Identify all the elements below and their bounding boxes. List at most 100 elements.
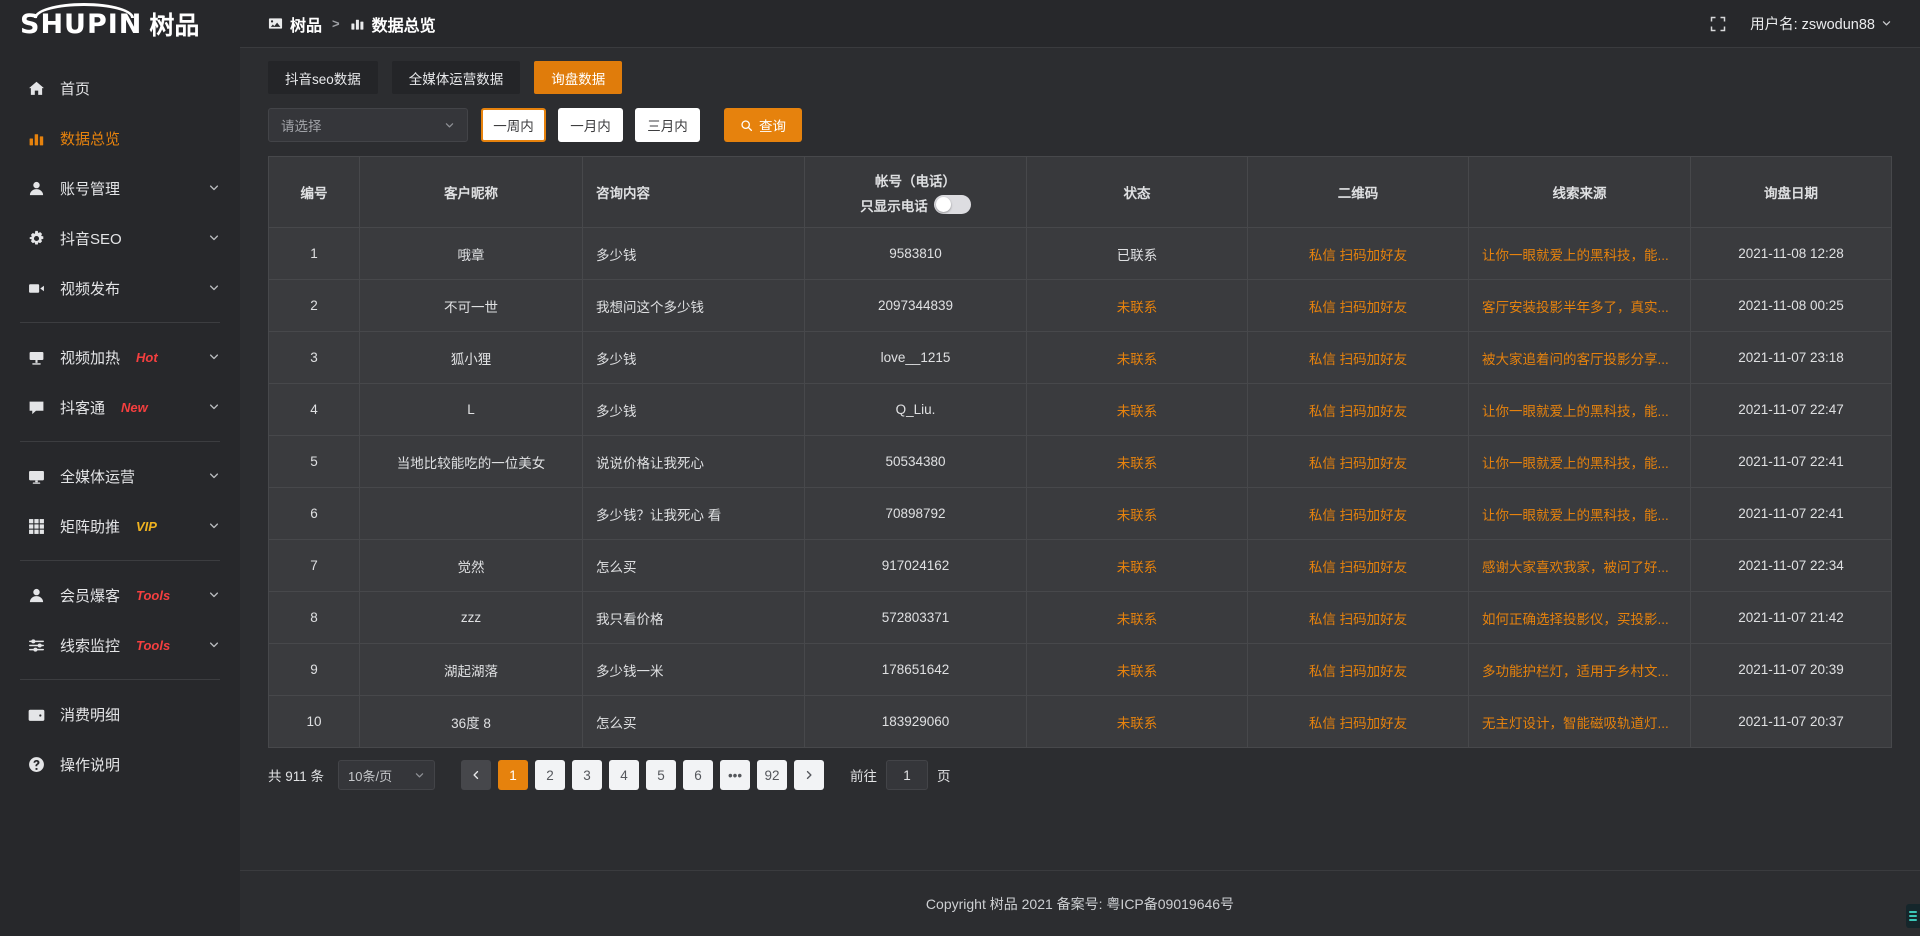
home-icon — [28, 80, 45, 97]
cell-source-link[interactable]: 如何正确选择投影仪，买投影... — [1469, 592, 1691, 644]
cell-source-link[interactable]: 让你一眼就爱上的黑科技，能... — [1469, 228, 1691, 280]
col-header-id: 编号 — [269, 157, 360, 228]
qr-add-friend-link[interactable]: 私信 扫码加好友 — [1248, 436, 1469, 488]
page-button-6[interactable]: 6 — [683, 760, 713, 790]
app-window-icon — [268, 16, 283, 31]
sidebar-item-douketong[interactable]: 抖客通New — [0, 382, 240, 432]
cell-source-link[interactable]: 让你一眼就爱上的黑科技，能... — [1469, 384, 1691, 436]
cell-source-link[interactable]: 被大家追着问的客厅投影分享... — [1469, 332, 1691, 384]
page-button-4[interactable]: 4 — [609, 760, 639, 790]
sidebar-item-member[interactable]: 会员爆客Tools — [0, 570, 240, 620]
range-button-month[interactable]: 一月内 — [558, 108, 623, 142]
cell-status: 未联系 — [1027, 540, 1248, 592]
sidebar-item-label: 线索监控 — [60, 635, 120, 656]
sidebar-item-home[interactable]: 首页 — [0, 63, 240, 113]
chevron-down-icon — [208, 282, 220, 294]
page-ellipsis-button[interactable]: ••• — [720, 760, 750, 790]
breadcrumb-current-label: 数据总览 — [372, 12, 436, 36]
cell-date: 2021-11-07 20:37 — [1691, 696, 1892, 748]
username-label: 用户名: zswodun88 — [1750, 13, 1875, 34]
sidebar-item-overview[interactable]: 数据总览 — [0, 113, 240, 163]
help-icon — [28, 756, 45, 773]
chat-widget[interactable] — [1906, 904, 1920, 928]
qr-add-friend-link[interactable]: 私信 扫码加好友 — [1248, 280, 1469, 332]
cell-source-link[interactable]: 让你一眼就爱上的黑科技，能... — [1469, 488, 1691, 540]
sidebar-item-douyin-seo[interactable]: 抖音SEO — [0, 213, 240, 263]
qr-add-friend-link[interactable]: 私信 扫码加好友 — [1248, 696, 1469, 748]
range-button-week[interactable]: 一周内 — [481, 108, 546, 142]
prev-page-button[interactable] — [461, 760, 491, 790]
sidebar-item-account[interactable]: 账号管理 — [0, 163, 240, 213]
grid-icon — [28, 518, 45, 535]
table-row: 4L多少钱Q_Liu.未联系私信 扫码加好友让你一眼就爱上的黑科技，能...20… — [269, 384, 1892, 436]
qr-add-friend-link[interactable]: 私信 扫码加好友 — [1248, 384, 1469, 436]
breadcrumb: 树品 > 数据总览 — [268, 12, 436, 36]
sidebar-item-label: 账号管理 — [60, 178, 120, 199]
main-column: 树品 > 数据总览 用户名: zswodun88 — [240, 0, 1920, 936]
breadcrumb-separator: > — [332, 16, 340, 31]
cell-source-link[interactable]: 客厅安装投影半年多了，真实... — [1469, 280, 1691, 332]
page-button-2[interactable]: 2 — [535, 760, 565, 790]
cell-source-link[interactable]: 感谢大家喜欢我家，被问了好... — [1469, 540, 1691, 592]
chevron-down-icon — [208, 232, 220, 244]
qr-add-friend-link[interactable]: 私信 扫码加好友 — [1248, 540, 1469, 592]
menu-divider — [20, 441, 220, 442]
tab-inquiry-data[interactable]: 询盘数据 — [534, 61, 622, 94]
page-size-select[interactable]: 10条/页 — [338, 760, 435, 790]
menu-divider — [20, 322, 220, 323]
qr-add-friend-link[interactable]: 私信 扫码加好友 — [1248, 488, 1469, 540]
query-button-label: 查询 — [759, 115, 786, 135]
breadcrumb-current[interactable]: 数据总览 — [350, 12, 436, 36]
search-icon — [740, 119, 753, 132]
sidebar-item-matrix[interactable]: 矩阵助推VIP — [0, 501, 240, 551]
table-body: 1哦章多少钱9583810已联系私信 扫码加好友让你一眼就爱上的黑科技，能...… — [269, 228, 1892, 748]
menu-divider — [20, 679, 220, 680]
table-row: 9湖起湖落多少钱一米178651642未联系私信 扫码加好友多功能护栏灯，适用于… — [269, 644, 1892, 696]
next-page-button[interactable] — [794, 760, 824, 790]
qr-add-friend-link[interactable]: 私信 扫码加好友 — [1248, 332, 1469, 384]
query-button[interactable]: 查询 — [724, 108, 802, 142]
page-button-3[interactable]: 3 — [572, 760, 602, 790]
sidebar-item-leads[interactable]: 线索监控Tools — [0, 620, 240, 670]
bar-chart-icon — [350, 16, 365, 31]
cell-source-link[interactable]: 让你一眼就爱上的黑科技，能... — [1469, 436, 1691, 488]
topbar-right: 用户名: zswodun88 — [1710, 13, 1892, 34]
goto-page-input[interactable] — [886, 760, 928, 790]
username-menu[interactable]: 用户名: zswodun88 — [1750, 13, 1892, 34]
cell-source-link[interactable]: 无主灯设计，智能磁吸轨道灯... — [1469, 696, 1691, 748]
page-button-5[interactable]: 5 — [646, 760, 676, 790]
cell-date: 2021-11-07 21:42 — [1691, 592, 1892, 644]
phone-only-toggle[interactable] — [934, 195, 971, 214]
table-row: 5当地比较能吃的一位美女说说价格让我死心50534380未联系私信 扫码加好友让… — [269, 436, 1892, 488]
tab-douyin-seo-data[interactable]: 抖音seo数据 — [268, 61, 378, 94]
sidebar-item-label: 首页 — [60, 78, 90, 99]
cell-date: 2021-11-07 20:39 — [1691, 644, 1892, 696]
sidebar-item-media[interactable]: 全媒体运营 — [0, 451, 240, 501]
range-button-quarter[interactable]: 三月内 — [635, 108, 700, 142]
cell-status: 未联系 — [1027, 280, 1248, 332]
sidebar-item-heat[interactable]: 视频加热Hot — [0, 332, 240, 382]
breadcrumb-root[interactable]: 树品 — [268, 12, 322, 36]
col-header-content: 咨询内容 — [583, 157, 805, 228]
filter-select[interactable]: 请选择 — [268, 108, 468, 142]
sidebar-item-publish[interactable]: 视频发布 — [0, 263, 240, 313]
account-header-label: 帐号（电话） — [815, 170, 1016, 190]
col-header-account: 帐号（电话） 只显示电话 — [805, 157, 1027, 228]
cell-source-link[interactable]: 多功能护栏灯，适用于乡村文... — [1469, 644, 1691, 696]
tab-media-data[interactable]: 全媒体运营数据 — [392, 61, 521, 94]
sidebar-item-expense[interactable]: 消费明细 — [0, 689, 240, 739]
sidebar: SHUPIN 树品 首页数据总览账号管理抖音SEO视频发布视频加热Hot抖客通N… — [0, 0, 240, 936]
qr-add-friend-link[interactable]: 私信 扫码加好友 — [1248, 228, 1469, 280]
sidebar-menu: 首页数据总览账号管理抖音SEO视频发布视频加热Hot抖客通New 全媒体运营矩阵助… — [0, 63, 240, 789]
page-button-92[interactable]: 92 — [757, 760, 787, 790]
chevron-down-icon — [208, 520, 220, 532]
sidebar-item-help[interactable]: 操作说明 — [0, 739, 240, 789]
cell-date: 2021-11-08 12:28 — [1691, 228, 1892, 280]
goto-prefix-label: 前往 — [850, 765, 877, 785]
qr-add-friend-link[interactable]: 私信 扫码加好友 — [1248, 644, 1469, 696]
page-button-1[interactable]: 1 — [498, 760, 528, 790]
fullscreen-icon[interactable] — [1710, 16, 1726, 32]
qr-add-friend-link[interactable]: 私信 扫码加好友 — [1248, 592, 1469, 644]
cell-content: 怎么买 — [583, 540, 805, 592]
sidebar-item-badge: VIP — [136, 519, 157, 534]
